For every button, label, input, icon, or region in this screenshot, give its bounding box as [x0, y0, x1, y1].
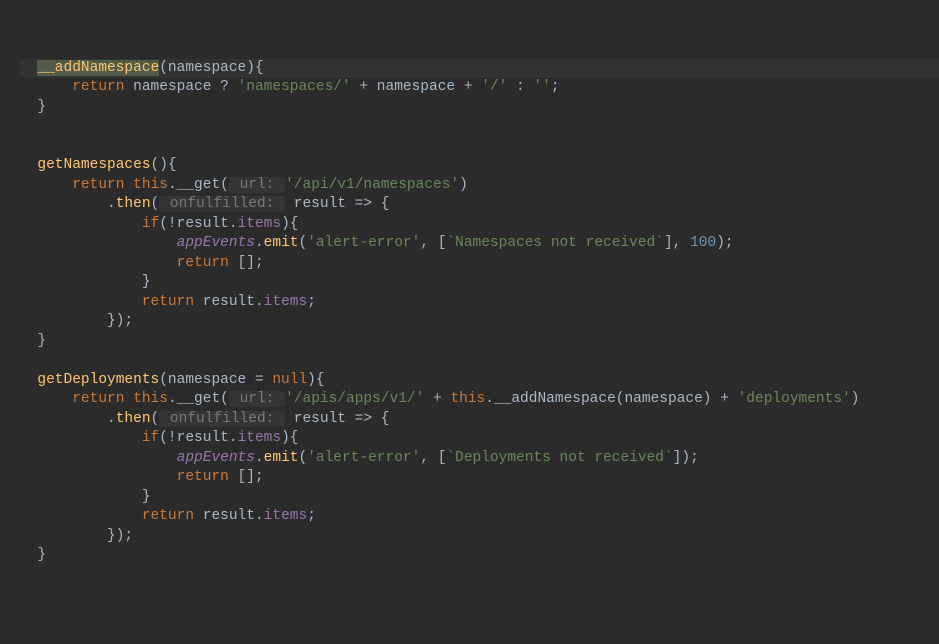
method-call: emit — [264, 450, 299, 466]
string-literal: '/' — [473, 79, 517, 95]
keyword-return: return — [177, 255, 229, 271]
string-literal: '' — [525, 79, 551, 95]
method-call: __get — [177, 391, 221, 407]
string-literal: 'namespaces/' — [229, 79, 360, 95]
method-call: then — [116, 196, 151, 212]
method-call: then — [116, 411, 151, 427]
keyword-this: this — [133, 391, 168, 407]
keyword-return: return — [142, 508, 194, 524]
parameter-hint: onfulfilled: — [159, 411, 285, 427]
keyword-if: if — [142, 216, 159, 232]
method-call: __get — [177, 177, 221, 193]
keyword-this: this — [133, 177, 168, 193]
code-editor[interactable]: __addNamespace(namespace){ return namesp… — [0, 59, 939, 566]
template-literal: `Namespaces not received` — [446, 235, 664, 251]
string-literal: 'alert-error' — [307, 450, 420, 466]
code-line: appEvents.emit('alert-error', [`Namespac… — [20, 235, 734, 251]
code-line: __addNamespace(namespace){ — [20, 59, 939, 79]
code-line: return []; — [20, 255, 264, 271]
identifier: appEvents — [177, 450, 255, 466]
indent — [20, 60, 37, 76]
keyword-null: null — [272, 372, 307, 388]
code-line: appEvents.emit('alert-error', [`Deployme… — [20, 450, 699, 466]
code-line: }); — [20, 528, 133, 544]
keyword-return: return — [72, 177, 124, 193]
property: items — [238, 430, 282, 446]
code-line: if(!result.items){ — [20, 216, 298, 232]
method-name: getDeployments — [37, 372, 159, 388]
code-line: if(!result.items){ — [20, 430, 298, 446]
code-line: .then( onfulfilled: result => { — [20, 196, 389, 212]
property: items — [264, 294, 308, 310]
code-line: return this.__get( url: '/api/v1/namespa… — [20, 177, 468, 193]
code-line: return result.items; — [20, 508, 316, 524]
method-call: __addNamespace — [494, 391, 616, 407]
code-line: getDeployments(namespace = null){ — [20, 372, 325, 388]
parameter-hint: onfulfilled: — [159, 196, 285, 212]
code-line: } — [20, 333, 46, 349]
keyword-return: return — [177, 469, 229, 485]
code-line: } — [20, 547, 46, 563]
code-line: return result.items; — [20, 294, 316, 310]
property: items — [264, 508, 308, 524]
template-literal: `Deployments not received` — [446, 450, 672, 466]
parameter-hint: url: — [229, 391, 285, 407]
code-text: (namespace){ — [159, 60, 263, 76]
parameter-hint: url: — [229, 177, 285, 193]
number-literal: 100 — [690, 235, 716, 251]
code-line: return []; — [20, 469, 264, 485]
method-call: emit — [264, 235, 299, 251]
code-line: } — [20, 274, 151, 290]
code-line: getNamespaces(){ — [20, 157, 177, 173]
string-literal: '/api/v1/namespaces' — [285, 177, 459, 193]
code-line: }); — [20, 313, 133, 329]
keyword-this: this — [450, 391, 485, 407]
property: items — [238, 216, 282, 232]
code-line: } — [20, 99, 46, 115]
keyword-if: if — [142, 430, 159, 446]
keyword-return: return — [142, 294, 194, 310]
code-line: return this.__get( url: '/apis/apps/v1/'… — [20, 391, 859, 407]
code-line: } — [20, 489, 151, 505]
string-literal: 'deployments' — [738, 391, 851, 407]
method-name: getNamespaces — [37, 157, 150, 173]
code-line: return namespace ? 'namespaces/' + names… — [20, 79, 560, 95]
keyword-return: return — [72, 79, 124, 95]
method-name: __addNamespace — [37, 60, 159, 76]
identifier: appEvents — [177, 235, 255, 251]
string-literal: 'alert-error' — [307, 235, 420, 251]
code-line: .then( onfulfilled: result => { — [20, 411, 389, 427]
string-literal: '/apis/apps/v1/' — [285, 391, 433, 407]
keyword-return: return — [72, 391, 124, 407]
